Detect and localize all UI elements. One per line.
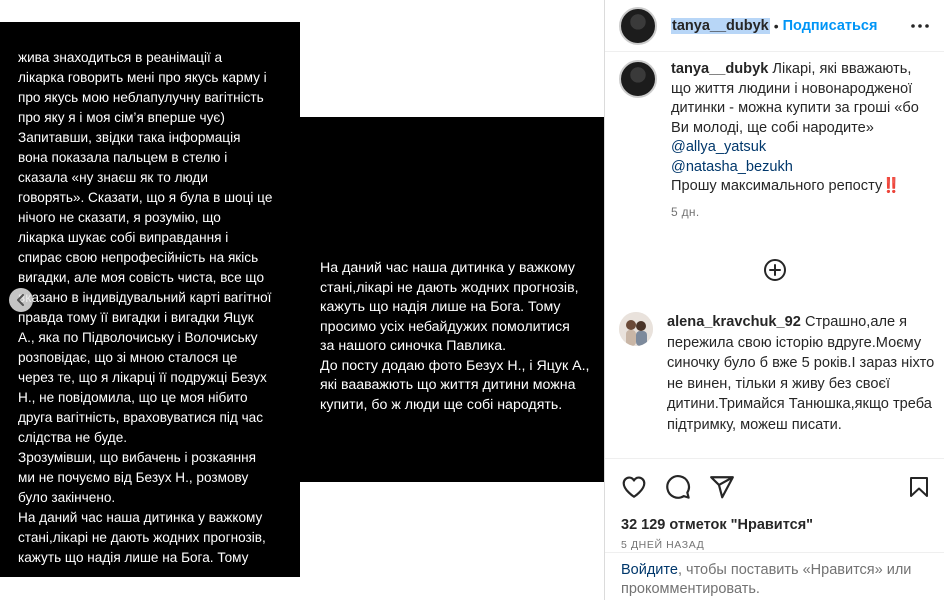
author-username[interactable]: tanya__dubyk [671,17,770,34]
action-row [621,467,931,507]
caption-text-block: tanya__dubyk Лікарі, які вважають, що жи… [671,60,930,138]
mention-link[interactable]: @allya_yatsuk [671,138,930,158]
caption-body: tanya__dubyk Лікарі, які вважають, що жи… [671,60,930,222]
follow-button[interactable]: Подписаться [783,18,878,34]
slide-current: На даний час наша дитинка у важкому стан… [300,117,604,482]
comment-item: alena_kravchuk_92 Страшно,але я пережила… [619,312,935,435]
commenter-avatar[interactable] [619,312,653,346]
slide-previous: жива знаходиться в реанімації а лікарка … [0,22,300,577]
post-header: tanya__dubyk • Подписаться [605,0,944,52]
slide-previous-text: жива знаходиться в реанімації а лікарка … [18,50,273,565]
heart-icon[interactable] [621,474,647,500]
comment-body: alena_kravchuk_92 Страшно,але я пережила… [667,312,935,435]
slide-current-text: На даний час наша дитинка у важкому стан… [320,260,590,413]
previous-slide-button[interactable] [9,288,33,312]
header-separator: • [773,17,779,34]
share-icon[interactable] [709,474,735,500]
bookmark-icon[interactable] [907,474,931,500]
commenter-username[interactable]: alena_kravchuk_92 [667,314,801,330]
caption-closing-line: Прошу максимального репосту‼️ [671,177,930,197]
post-media: жива знаходиться в реанімації а лікарка … [0,0,604,600]
comment-icon[interactable] [665,474,691,500]
author-avatar[interactable] [619,6,657,45]
post-side-panel: tanya__dubyk • Подписаться tanya__dubyk … [604,0,944,600]
caption-closing: Прошу максимального репосту [671,178,883,194]
login-prompt: Войдите, чтобы поставить «Нравится» или … [605,552,944,599]
login-link[interactable]: Войдите [621,562,678,578]
post-caption: tanya__dubyk Лікарі, які вважають, що жи… [605,52,944,222]
more-icon[interactable] [908,14,932,38]
post-timestamp[interactable]: 5 ДНЕЙ НАЗАД [621,539,931,551]
double-exclamation-emoji: ‼️ [882,178,901,194]
chevron-left-icon [17,294,24,306]
caption-avatar[interactable] [619,60,657,98]
caption-username[interactable]: tanya__dubyk [671,61,768,77]
likes-count[interactable]: 32 129 отметок "Нравится" [621,517,931,533]
mention-link[interactable]: @natasha_bezukh [671,158,930,178]
caption-timestamp[interactable]: 5 дн. [671,203,930,223]
add-comment-icon[interactable] [763,258,787,282]
comment-text: Страшно,але я пережила свою історію вдру… [667,314,935,433]
post-actions: 32 129 отметок "Нравится" 5 ДНЕЙ НАЗАД [605,458,944,558]
